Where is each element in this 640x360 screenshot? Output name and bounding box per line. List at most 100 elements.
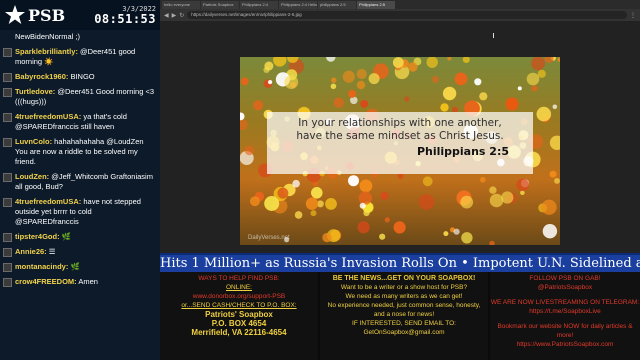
- address-line-1: Patriots' Soapbox: [205, 310, 273, 319]
- flower: [489, 193, 504, 208]
- donorbox-link[interactable]: www.donorbox.org/support-PSB: [160, 292, 318, 301]
- chat-message: LuvnColo: hahahahahaha @LoudZen You are …: [3, 137, 157, 167]
- flower: [331, 77, 337, 83]
- gab-handle[interactable]: @PatriotsSoapbox: [490, 283, 640, 292]
- back-icon[interactable]: ◀: [164, 12, 169, 19]
- avatar: [3, 113, 12, 122]
- flower: [443, 231, 449, 237]
- avatar: [3, 233, 12, 242]
- chat-text: BINGO: [70, 72, 95, 81]
- chat-header: PSB 3/3/2022 08:51:53: [0, 0, 160, 30]
- flower: [453, 228, 460, 235]
- flower: [244, 145, 254, 156]
- flower: [380, 191, 389, 200]
- flower: [526, 72, 540, 86]
- flower: [432, 75, 439, 83]
- flower: [549, 170, 557, 178]
- flower: [418, 194, 435, 210]
- chat-username: LoudZen:: [15, 172, 50, 181]
- flower: [330, 83, 337, 90]
- flower: [325, 198, 337, 210]
- reload-icon[interactable]: ↻: [179, 12, 184, 19]
- flower: [268, 80, 273, 85]
- flower: [479, 92, 488, 101]
- verse-line-2: have the same mindset as Christ Jesus.: [296, 130, 504, 142]
- flower: [474, 78, 482, 86]
- ticker-text: Hits 1 Million+ as Russia's Invasion Rol…: [160, 256, 640, 271]
- chat-username: montanacindy:: [15, 262, 69, 271]
- flower: [348, 89, 357, 98]
- flower: [392, 57, 404, 68]
- flower: [240, 119, 248, 131]
- flower: [357, 221, 370, 234]
- avatar: [3, 173, 12, 182]
- verse-reference: Philippians 2:5: [416, 145, 509, 158]
- flower: [277, 187, 289, 199]
- flower: [368, 73, 380, 85]
- flower: [408, 62, 418, 72]
- flower: [264, 196, 280, 211]
- flower: [531, 85, 538, 92]
- flower: [404, 96, 410, 102]
- address-line-3: Merrifield, VA 22116-4654: [191, 328, 287, 337]
- flower: [342, 70, 355, 83]
- flower: [549, 135, 560, 150]
- watermark: DailyVerses.net: [248, 235, 290, 241]
- logo-text: PSB: [28, 5, 66, 25]
- chat-username: crow4FREEDOM:: [15, 277, 77, 286]
- bookmark-text: Bookmark our website NOW for daily artic…: [497, 323, 633, 339]
- telegram-link[interactable]: https://t.me/SoapboxLive: [490, 307, 640, 316]
- telegram-title: WE ARE NOW LIVESTREAMING ON TELEGRAM:: [490, 299, 640, 306]
- chat-message: crow4FREEDOM: Amen: [3, 277, 157, 287]
- flower: [326, 57, 336, 62]
- info-panels: WAYS TO HELP FIND PSB: ONLINE: www.donor…: [160, 272, 640, 360]
- chat-messages[interactable]: NewBidenNormal ;) Sparklebrilliantly: @D…: [0, 30, 160, 287]
- verse-line-1: In your relationships with one another,: [298, 117, 502, 129]
- chat-username: 4truefreedomUSA:: [15, 197, 82, 206]
- forward-icon[interactable]: ▶: [172, 12, 177, 19]
- chat-username: Annie26:: [15, 247, 47, 256]
- flower: [520, 190, 525, 195]
- flower: [249, 196, 260, 207]
- news-ticker: Hits 1 Million+ as Russia's Invasion Rol…: [160, 253, 640, 272]
- flower: [489, 186, 497, 194]
- flower: [379, 233, 386, 240]
- browser-tab[interactable]: hello everyone: [162, 1, 200, 9]
- flower: [356, 80, 366, 90]
- follow-title: FOLLOW PSB ON GAB!: [529, 275, 601, 282]
- chat-text: NewBidenNormal ;): [15, 32, 81, 41]
- flower: [305, 197, 319, 210]
- chat-message: montanacindy: 🌿: [3, 262, 157, 272]
- flower: [442, 86, 457, 101]
- flower: [253, 100, 264, 111]
- browser-tab-active[interactable]: Philippians 2:5: [357, 1, 395, 9]
- flower: [310, 210, 317, 217]
- browser-tab[interactable]: Patriots Soapbox: [201, 1, 239, 9]
- menu-icon[interactable]: ⋮: [630, 12, 636, 19]
- online-label: ONLINE:: [225, 284, 252, 291]
- email-link[interactable]: GetOnSoapbox@gmail.com: [320, 328, 488, 337]
- flower: [363, 210, 370, 217]
- clock-time: 08:51:53: [94, 11, 156, 26]
- avatar: [3, 138, 12, 147]
- news-line-5: IF INTERESTED, SEND EMAIL TO:: [352, 320, 456, 327]
- flower: [273, 57, 287, 67]
- flower: [440, 103, 449, 112]
- browser-tab[interactable]: Philippians 2:4 Hello: [279, 1, 317, 9]
- chat-text: 🌿: [70, 262, 80, 271]
- avatar: [3, 278, 12, 287]
- browser-tab[interactable]: Philippians 2:4: [240, 1, 278, 9]
- chat-text: ☰: [48, 247, 56, 256]
- flower: [284, 75, 299, 89]
- browser-tab[interactable]: philippians 2:5: [318, 1, 356, 9]
- news-panel: BE THE NEWS...GET ON YOUR SOAPBOX! Want …: [320, 272, 488, 360]
- flower: [557, 57, 560, 62]
- mouse-cursor-icon: [493, 33, 497, 38]
- flower: [333, 97, 344, 108]
- website-link[interactable]: https://www.PatriotsSoapbox.com: [490, 340, 640, 349]
- address-bar[interactable]: https://dailyverses.net/images/en/niv/ph…: [187, 11, 627, 19]
- help-panel: WAYS TO HELP FIND PSB: ONLINE: www.donor…: [160, 272, 318, 360]
- flower: [292, 179, 300, 188]
- chat-text: Amen: [78, 277, 98, 286]
- avatar: [3, 48, 12, 57]
